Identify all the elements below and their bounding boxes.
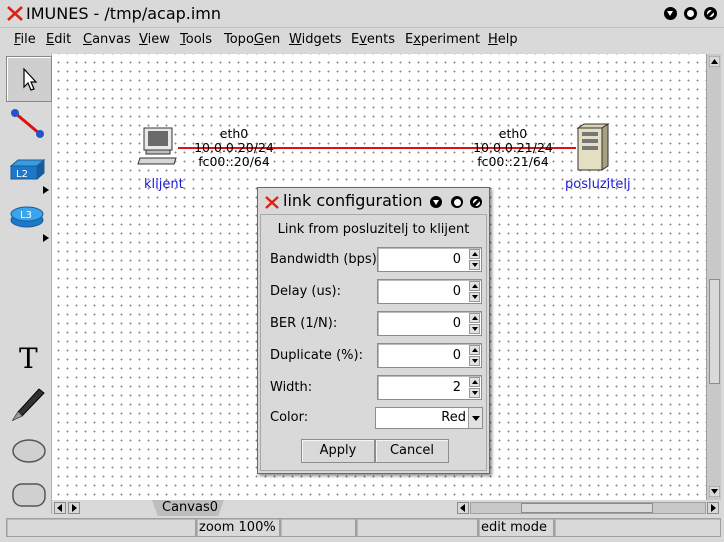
text-tool-icon: T bbox=[19, 342, 38, 375]
menu-view[interactable]: View bbox=[139, 32, 170, 47]
link-tool-icon bbox=[11, 109, 44, 138]
color-dropdown-arrow-icon[interactable] bbox=[468, 408, 482, 428]
l2-submenu-arrow-icon bbox=[43, 186, 49, 194]
pc-node-icon[interactable] bbox=[137, 126, 181, 170]
menu-tools[interactable]: Tools bbox=[180, 32, 212, 47]
duplicate-increment[interactable] bbox=[469, 345, 480, 355]
duplicate-label: Duplicate (%): bbox=[270, 348, 363, 363]
menu-experiment[interactable]: Experiment bbox=[405, 32, 480, 47]
menu-file[interactable]: File bbox=[14, 32, 36, 47]
hscroll-right-icon[interactable] bbox=[707, 502, 719, 514]
menu-topogen[interactable]: TopoGen bbox=[224, 32, 280, 47]
menu-widgets[interactable]: Widgets bbox=[289, 32, 342, 47]
pen-tool-icon bbox=[11, 388, 45, 422]
window-title: IMUNES - /tmp/acap.imn bbox=[26, 4, 222, 23]
text-tool-button[interactable]: T bbox=[6, 336, 52, 382]
tab-canvas0[interactable]: Canvas0 bbox=[152, 500, 224, 516]
dialog-body: Link from posluzitelj to klijent Bandwid… bbox=[260, 214, 487, 471]
delay-decrement[interactable] bbox=[469, 292, 480, 302]
dialog-close-button[interactable] bbox=[470, 196, 482, 208]
color-select[interactable]: Red bbox=[375, 407, 483, 429]
dialog-maximize-button[interactable] bbox=[451, 196, 463, 208]
horizontal-scrollbar[interactable] bbox=[470, 502, 706, 514]
status-bar: zoom 100% edit mode bbox=[6, 518, 721, 538]
delay-increment[interactable] bbox=[469, 281, 480, 291]
rectangle-tool-button[interactable] bbox=[6, 474, 52, 520]
svg-text:L2: L2 bbox=[16, 169, 28, 180]
delay-label: Delay (us): bbox=[270, 284, 341, 299]
link-configuration-dialog: link configuration Link from posluzitelj… bbox=[257, 187, 490, 474]
bandwidth-decrement[interactable] bbox=[469, 260, 480, 270]
bandwidth-increment[interactable] bbox=[469, 249, 480, 259]
status-mode: edit mode bbox=[478, 518, 554, 537]
imunes-logo-icon bbox=[7, 6, 23, 21]
dialog-title: link configuration bbox=[283, 191, 423, 210]
delay-spinbox[interactable]: 0 bbox=[377, 279, 482, 304]
bandwidth-label: Bandwidth (bps): bbox=[270, 252, 382, 267]
duplicate-decrement[interactable] bbox=[469, 356, 480, 366]
l3-submenu-arrow-icon bbox=[43, 234, 49, 242]
iface-label-posluzitelj[interactable]: eth0 10.0.0.21/24 fc00::21/64 bbox=[473, 127, 553, 169]
scroll-up-icon[interactable] bbox=[709, 56, 720, 67]
node-label-klijent[interactable]: klijent bbox=[144, 177, 184, 192]
dialog-subtitle: Link from posluzitelj to klijent bbox=[277, 222, 470, 237]
status-field-1 bbox=[6, 518, 196, 537]
ber-label: BER (1/N): bbox=[270, 316, 338, 331]
hscroll-left-icon[interactable] bbox=[457, 502, 469, 514]
cancel-button[interactable]: Cancel bbox=[375, 439, 449, 463]
dialog-app-icon bbox=[265, 196, 279, 209]
scroll-down-icon[interactable] bbox=[709, 486, 720, 497]
select-tool-button[interactable] bbox=[6, 56, 52, 102]
ber-spinbox[interactable]: 0 bbox=[377, 311, 482, 336]
menu-edit[interactable]: Edit bbox=[46, 32, 71, 47]
l2-switch-tool-button[interactable]: L2 bbox=[6, 152, 52, 198]
dialog-minimize-button[interactable] bbox=[430, 196, 442, 208]
width-decrement[interactable] bbox=[469, 388, 480, 398]
rectangle-tool-icon bbox=[12, 483, 46, 507]
width-label: Width: bbox=[270, 380, 313, 395]
maximize-button[interactable] bbox=[684, 7, 697, 20]
vertical-scroll-thumb[interactable] bbox=[709, 279, 720, 384]
status-field-3 bbox=[280, 518, 356, 537]
close-button[interactable] bbox=[704, 7, 717, 20]
color-label: Color: bbox=[270, 410, 309, 425]
ber-decrement[interactable] bbox=[469, 324, 480, 334]
width-increment[interactable] bbox=[469, 377, 480, 387]
window-titlebar: IMUNES - /tmp/acap.imn bbox=[0, 0, 724, 28]
width-spinbox[interactable]: 2 bbox=[377, 375, 482, 400]
menu-bar: File Edit Canvas View Tools TopoGen Widg… bbox=[6, 29, 720, 51]
server-node-icon[interactable] bbox=[570, 122, 614, 174]
tab-scroll-right-icon[interactable] bbox=[68, 502, 80, 514]
svg-text:L3: L3 bbox=[20, 210, 32, 221]
menu-canvas[interactable]: Canvas bbox=[83, 32, 131, 47]
link-tool-button[interactable] bbox=[6, 104, 52, 150]
status-zoom: zoom 100% bbox=[196, 518, 280, 537]
ber-increment[interactable] bbox=[469, 313, 480, 323]
menu-events[interactable]: Events bbox=[351, 32, 395, 47]
node-label-posluzitelj[interactable]: posluzitelj bbox=[565, 177, 631, 192]
select-pointer-icon bbox=[23, 67, 38, 91]
menu-help[interactable]: Help bbox=[488, 32, 518, 47]
vertical-scrollbar[interactable] bbox=[706, 54, 721, 500]
status-field-4 bbox=[356, 518, 478, 537]
tab-scroll-left-icon[interactable] bbox=[54, 502, 66, 514]
oval-tool-icon bbox=[12, 439, 46, 463]
tool-palette: L2 L3 T bbox=[6, 54, 52, 514]
canvas-tab-bar: Canvas0 bbox=[52, 500, 721, 516]
duplicate-spinbox[interactable]: 0 bbox=[377, 343, 482, 368]
l3-router-tool-button[interactable]: L3 bbox=[6, 200, 52, 246]
status-field-6 bbox=[554, 518, 721, 537]
iface-label-klijent[interactable]: eth0 10.0.0.20/24 fc00::20/64 bbox=[194, 127, 274, 169]
apply-button[interactable]: Apply bbox=[301, 439, 375, 463]
minimize-button[interactable] bbox=[664, 7, 677, 20]
horizontal-scroll-thumb[interactable] bbox=[521, 503, 653, 513]
oval-tool-button[interactable] bbox=[6, 428, 52, 474]
dialog-titlebar: link configuration bbox=[258, 188, 489, 214]
pen-tool-button[interactable] bbox=[6, 382, 52, 428]
bandwidth-spinbox[interactable]: 0 bbox=[377, 247, 482, 272]
